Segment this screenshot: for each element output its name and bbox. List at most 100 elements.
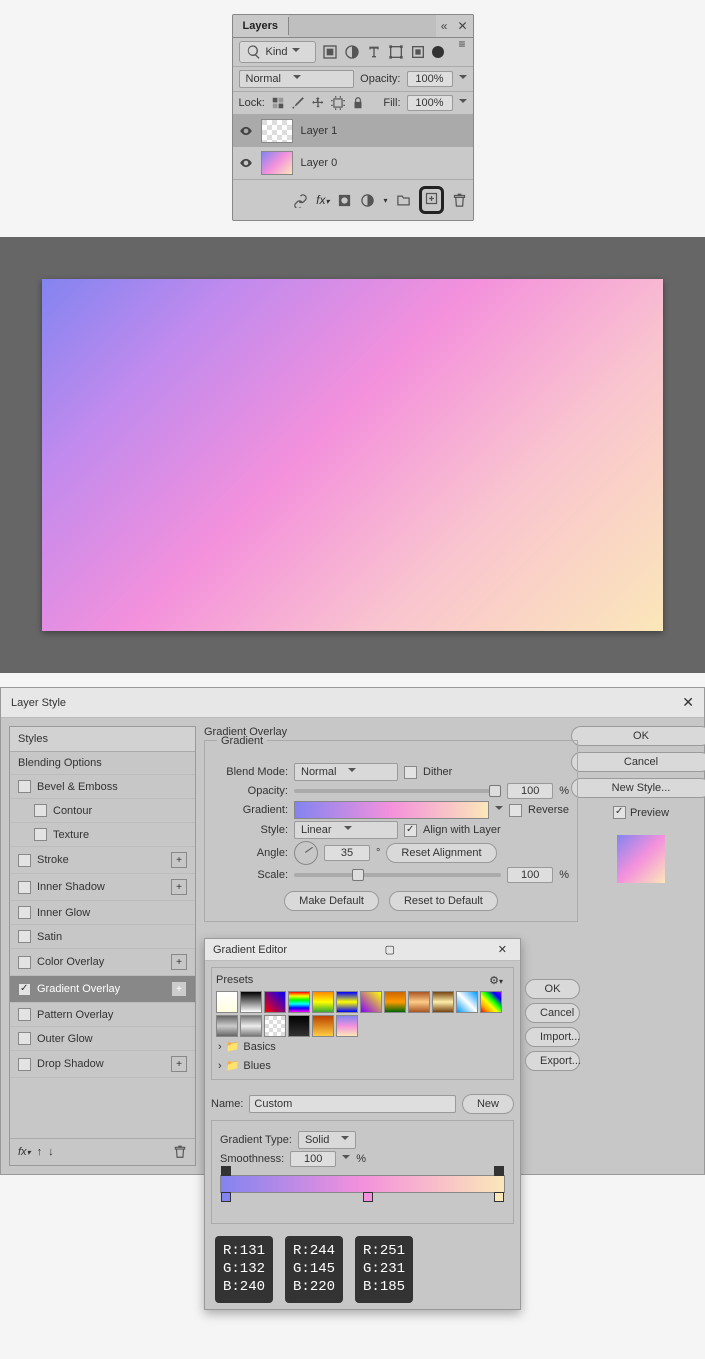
inner-shadow-item[interactable]: Inner Shadow+ (10, 874, 195, 901)
reset-default-button[interactable]: Reset to Default (389, 891, 498, 911)
layer-name[interactable]: Layer 1 (301, 125, 338, 137)
opacity-stop[interactable] (494, 1166, 504, 1176)
preset-swatch[interactable] (264, 1015, 286, 1037)
checkbox[interactable] (18, 930, 31, 943)
texture-item[interactable]: Texture (10, 823, 195, 847)
menu-icon[interactable]: ≡ (453, 37, 470, 51)
styles-header[interactable]: Styles (10, 727, 195, 752)
new-button[interactable]: New (462, 1094, 514, 1114)
checkbox[interactable] (18, 1032, 31, 1045)
preset-swatch[interactable] (288, 991, 310, 1013)
gradient-bar[interactable] (220, 1175, 505, 1193)
checkbox[interactable] (34, 804, 47, 817)
preset-swatch[interactable] (384, 991, 406, 1013)
layer-thumbnail[interactable] (261, 151, 293, 175)
color-stop[interactable] (363, 1192, 373, 1202)
preset-swatch[interactable] (216, 1015, 238, 1037)
add-icon[interactable]: + (171, 981, 187, 997)
color-stop[interactable] (221, 1192, 231, 1202)
align-checkbox[interactable] (404, 824, 417, 837)
collapse-icon[interactable]: « (436, 19, 453, 33)
visibility-icon[interactable] (239, 156, 253, 170)
lock-artboard-icon[interactable] (331, 96, 345, 110)
preset-folder[interactable]: › 📁 Basics (216, 1037, 509, 1056)
inner-glow-item[interactable]: Inner Glow (10, 901, 195, 925)
angle-dial[interactable] (294, 841, 318, 865)
reverse-checkbox[interactable] (509, 804, 522, 817)
preset-swatch[interactable] (456, 991, 478, 1013)
gear-icon[interactable]: ⚙▾ (489, 974, 509, 987)
color-stop[interactable] (494, 1192, 504, 1202)
blending-options-item[interactable]: Blending Options (10, 752, 195, 775)
opacity-input[interactable]: 100 (507, 783, 553, 799)
fx-icon[interactable]: fx▾ (18, 1146, 31, 1158)
preview-checkbox[interactable] (613, 806, 626, 819)
preset-swatch[interactable] (480, 991, 502, 1013)
filter-shape-icon[interactable] (388, 44, 404, 60)
add-icon[interactable]: + (171, 1056, 187, 1072)
close-icon[interactable]: ✕ (452, 19, 472, 33)
gradient-overlay-item[interactable]: Gradient Overlay+ (10, 976, 195, 1003)
stroke-item[interactable]: Stroke+ (10, 847, 195, 874)
contour-item[interactable]: Contour (10, 799, 195, 823)
preset-swatch[interactable] (288, 1015, 310, 1037)
preset-swatch[interactable] (216, 991, 238, 1013)
style-select[interactable]: Linear (294, 821, 398, 839)
lock-position-icon[interactable] (311, 96, 325, 110)
lock-transparency-icon[interactable] (271, 96, 285, 110)
pattern-overlay-item[interactable]: Pattern Overlay (10, 1003, 195, 1027)
color-overlay-item[interactable]: Color Overlay+ (10, 949, 195, 976)
lock-brush-icon[interactable] (291, 96, 305, 110)
filter-smart-icon[interactable] (410, 44, 426, 60)
scale-input[interactable]: 100 (507, 867, 553, 883)
ok-button[interactable]: OK (571, 726, 705, 746)
layer-thumbnail[interactable] (261, 119, 293, 143)
preset-folder[interactable]: › 📁 Blues (216, 1056, 509, 1075)
checkbox[interactable] (18, 1058, 31, 1071)
blend-mode-select[interactable]: Normal (239, 70, 355, 88)
checkbox[interactable] (18, 906, 31, 919)
filter-pixel-icon[interactable] (322, 44, 338, 60)
layers-tab[interactable]: Layers (233, 17, 289, 35)
fill-input[interactable]: 100% (407, 95, 453, 111)
preset-swatch[interactable] (360, 991, 382, 1013)
layer-name[interactable]: Layer 0 (301, 157, 338, 169)
add-icon[interactable]: + (171, 852, 187, 868)
reset-alignment-button[interactable]: Reset Alignment (386, 843, 496, 863)
lock-all-icon[interactable] (351, 96, 365, 110)
filter-toggle-icon[interactable] (432, 46, 444, 58)
visibility-icon[interactable] (239, 124, 253, 138)
gradient-type-select[interactable]: Solid (298, 1131, 356, 1149)
add-icon[interactable]: + (171, 879, 187, 895)
layer-row[interactable]: Layer 1 (233, 115, 473, 147)
checkbox[interactable] (18, 1008, 31, 1021)
checkbox[interactable] (18, 780, 31, 793)
checkbox[interactable] (18, 983, 31, 996)
preset-swatch[interactable] (432, 991, 454, 1013)
smoothness-input[interactable]: 100 (290, 1151, 336, 1167)
bevel-emboss-item[interactable]: Bevel & Emboss (10, 775, 195, 799)
adjustment-icon[interactable] (360, 193, 375, 208)
export-button[interactable]: Export... (525, 1051, 580, 1071)
dither-checkbox[interactable] (404, 766, 417, 779)
scale-slider[interactable] (294, 873, 501, 877)
blend-mode-select[interactable]: Normal (294, 763, 398, 781)
mask-icon[interactable] (337, 193, 352, 208)
preset-swatch[interactable] (336, 991, 358, 1013)
add-icon[interactable]: + (171, 954, 187, 970)
preset-swatch[interactable] (264, 991, 286, 1013)
opacity-input[interactable]: 100% (407, 71, 453, 87)
close-icon[interactable]: ✕ (493, 943, 512, 956)
checkbox[interactable] (18, 854, 31, 867)
make-default-button[interactable]: Make Default (284, 891, 379, 911)
opacity-slider[interactable] (294, 789, 501, 793)
minimize-icon[interactable]: ▢ (380, 943, 400, 956)
preset-swatch[interactable] (240, 991, 262, 1013)
checkbox[interactable] (18, 956, 31, 969)
name-input[interactable]: Custom (249, 1095, 456, 1113)
cancel-button[interactable]: Cancel (525, 1003, 580, 1023)
filter-kind-select[interactable]: Kind (239, 41, 316, 63)
import-button[interactable]: Import... (525, 1027, 580, 1047)
preset-swatch[interactable] (312, 991, 334, 1013)
preset-swatch[interactable] (312, 1015, 334, 1037)
